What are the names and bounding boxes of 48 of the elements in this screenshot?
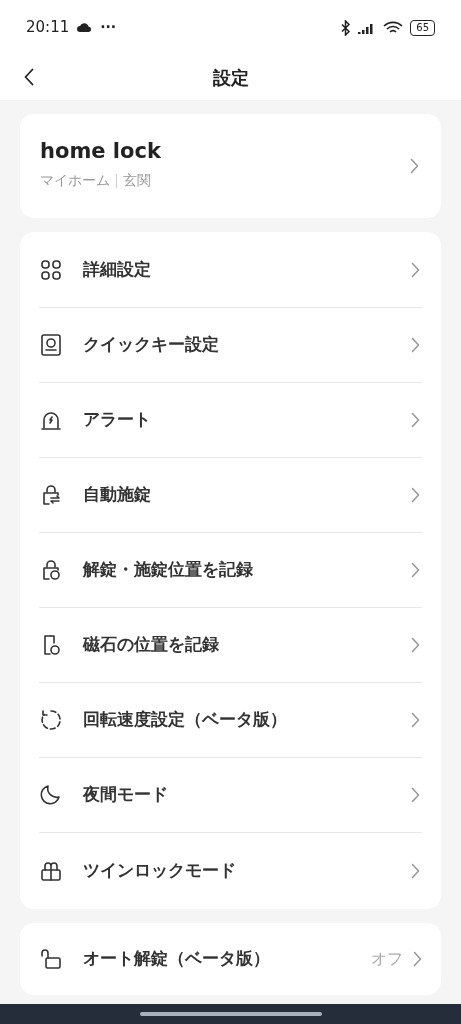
item-label: 自動施錠 [83,483,152,507]
settings-item[interactable]: クイックキー設定 [39,308,422,383]
chevron-right-icon [410,158,419,174]
back-icon [24,68,34,86]
device-card[interactable]: home lock マイホーム 玄関 [20,114,441,218]
item-label: クイックキー設定 [83,333,220,357]
chevron-right-icon [411,262,420,278]
unlocked-padlock-icon [39,947,63,971]
auto-unlock-item[interactable]: オート解錠（ベータ版） オフ [20,923,441,995]
settings-item[interactable]: 夜間モード [39,758,422,833]
rotate-dashed-icon [39,708,63,732]
moon-icon [39,783,63,807]
item-label: 解錠・施錠位置を記録 [83,558,254,582]
home-name: マイホーム [40,171,110,190]
item-label: ツインロックモード [83,858,237,882]
page-title: 設定 [212,66,249,90]
item-label: 詳細設定 [83,258,152,282]
settings-item[interactable]: 磁石の位置を記録 [39,608,422,683]
settings-item[interactable]: 解錠・施錠位置を記録 [39,533,422,608]
chevron-right-icon [411,862,420,879]
chevron-right-icon [411,487,420,503]
chevron-right-icon [411,787,420,803]
chevron-right-icon [411,562,420,578]
settings-item[interactable]: ツインロックモード [39,833,422,908]
chevron-right-icon [411,412,420,428]
wifi-icon [383,20,404,35]
bluetooth-icon [341,19,352,36]
item-label: オート解錠（ベータ版） [83,947,271,971]
chevron-right-icon [413,951,422,967]
chevron-right-icon [411,637,420,653]
settings-item[interactable]: 自動施錠 [39,458,422,533]
item-value: オフ [371,948,403,970]
more-indicator: ··· [100,18,117,37]
item-label: 回転速度設定（ベータ版） [83,708,288,732]
item-label: アラート [83,408,152,432]
room-name: 玄関 [123,171,151,190]
settings-item[interactable]: アラート [39,383,422,458]
settings-item[interactable]: 詳細設定 [39,233,422,308]
item-label: 夜間モード [83,783,169,807]
settings-item[interactable]: 回転速度設定（ベータ版） [39,683,422,758]
device-name: home lock [40,141,162,162]
grid-icon [39,258,63,282]
cloud-icon [77,23,93,32]
item-label: 磁石の位置を記録 [83,633,220,657]
chevron-right-icon [411,712,420,728]
chevron-right-icon [411,337,420,353]
status-time: 20:11 [26,17,70,39]
battery-indicator: 65 [410,19,435,36]
